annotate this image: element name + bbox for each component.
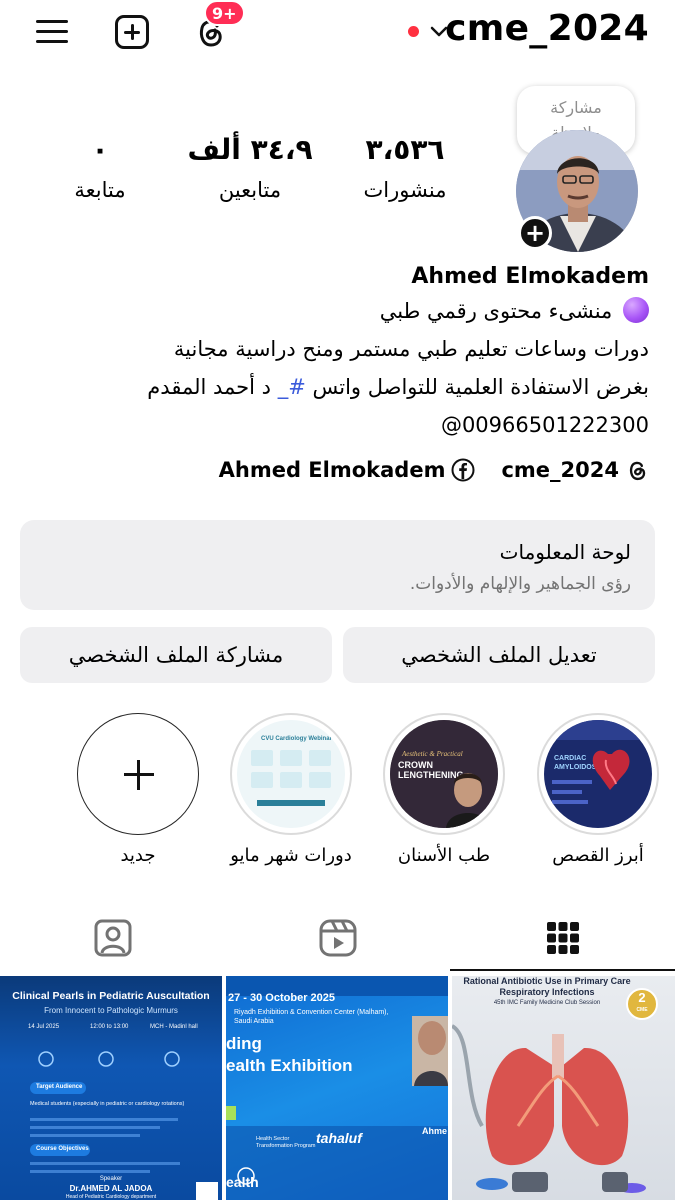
hamburger-menu-icon[interactable] xyxy=(30,10,74,54)
add-highlight-plus-icon[interactable] xyxy=(77,713,199,835)
username-switcher[interactable]: cme_2024 xyxy=(445,8,649,49)
post-tile-antibiotic[interactable]: Rational Antibiotic Use in Primary Care … xyxy=(452,976,675,1200)
profile-category: منشىء محتوى رقمي طبي xyxy=(380,296,649,326)
svg-text:LENGTHENING: LENGTHENING xyxy=(398,770,464,780)
post-venue: Riyadh Exhibition & Convention Center (M… xyxy=(234,1009,389,1025)
tab-reels[interactable] xyxy=(225,905,450,971)
create-post-icon[interactable] xyxy=(110,10,154,54)
post-tile-pediatric[interactable]: Clinical Pearls in Pediatric Auscultatio… xyxy=(0,976,222,1200)
svg-text:CROWN: CROWN xyxy=(398,760,433,770)
svg-text:CVU Cardiology Webinar: CVU Cardiology Webinar xyxy=(261,736,333,742)
highlight-item-featured[interactable]: CARDIAC AMYLOIDOSIS أبرز القصص xyxy=(537,713,659,869)
edit-profile-button[interactable]: تعديل الملف الشخصي xyxy=(343,627,655,683)
bio-line-1: دورات وساعات تعليم طبي مستمر ومنح دراسية… xyxy=(173,337,649,361)
post-cme-badge-number: 2 xyxy=(638,990,646,1005)
facebook-link-text[interactable]: Ahmed Elmokadem xyxy=(219,458,446,482)
post-footer: ealth xyxy=(226,1174,259,1190)
post-speaker: Dr.AHMED AL JADOA xyxy=(69,1184,153,1193)
post-title: Rational Antibiotic Use in Primary Care … xyxy=(463,976,631,997)
post-dates: 27 - 30 October 2025 xyxy=(228,992,336,1004)
top-bar: 9+ cme_2024 xyxy=(0,0,675,64)
highlight-cover-dental: Aesthetic & Practical CROWN LENGTHENING xyxy=(390,720,498,828)
add-story-plus-icon[interactable]: + xyxy=(518,216,552,250)
following-label: متابعة xyxy=(74,178,126,202)
stat-followers[interactable]: ٣٤،٩ ألف متابعين xyxy=(180,132,320,206)
tagged-icon xyxy=(94,919,131,957)
following-count: ٠ xyxy=(91,133,109,166)
profile-name: Ahmed Elmokadem xyxy=(411,264,649,289)
threads-link-text[interactable]: cme_2024 xyxy=(501,458,619,482)
highlight-label: أبرز القصص xyxy=(552,845,644,866)
svg-text:Aesthetic & Practical: Aesthetic & Practical xyxy=(401,750,463,758)
post-brand: tahaluf xyxy=(316,1130,362,1146)
post-cme-badge-label: CME xyxy=(636,1007,648,1013)
dashboard-title: لوحة المعلومات xyxy=(499,540,631,564)
post-subtitle: From Innocent to Pathologic Murmurs xyxy=(44,1006,178,1015)
highlight-label: جديد xyxy=(120,845,156,866)
highlight-label: دورات شهر مايو xyxy=(230,845,352,866)
post-audience: Medical students (especially in pediatri… xyxy=(30,1101,185,1107)
highlight-item-dentistry[interactable]: Aesthetic & Practical CROWN LENGTHENING … xyxy=(383,713,505,869)
category-text: منشىء محتوى رقمي طبي xyxy=(379,299,613,323)
bio-line-3: @00966501222300 xyxy=(440,413,649,437)
posts-count: ٣،٥٣٦ xyxy=(365,133,445,166)
highlight-item-may-courses[interactable]: CVU Cardiology Webinar دورات شهر مايو xyxy=(230,713,352,869)
highlight-cover-webinar: CVU Cardiology Webinar xyxy=(237,720,345,828)
post-program: Health Sector Transformation Program xyxy=(256,1136,316,1149)
followers-count: ٣٤،٩ ألف xyxy=(187,133,313,166)
reels-icon xyxy=(319,919,356,957)
svg-text:CARDIAC: CARDIAC xyxy=(554,755,586,762)
bio-line-2-a: بغرض الاستفادة العلمية للتواصل واتس xyxy=(305,375,649,399)
post-subtitle: 45th IMC Family Medicine Club Session xyxy=(493,1000,601,1006)
post-section-1: Target Audience xyxy=(36,1084,83,1090)
post-headline-1: ding xyxy=(226,1034,262,1053)
posts-label: منشورات xyxy=(363,178,447,202)
active-tab-indicator xyxy=(450,969,675,971)
bio-line-2-b: د أحمد المقدم xyxy=(147,375,278,399)
threads-link-icon[interactable] xyxy=(625,458,649,482)
bio-line-2: بغرض الاستفادة العلمية للتواصل واتس #_ د… xyxy=(147,372,649,402)
post-place: MCH - Madinl hall xyxy=(150,1024,198,1030)
purple-circle-icon xyxy=(623,297,649,323)
highlight-label: طب الأسنان xyxy=(397,845,491,866)
post-speaker: Ahme xyxy=(422,1126,448,1136)
post-title: Clinical Pearls in Pediatric Auscultatio… xyxy=(12,990,210,1002)
professional-dashboard[interactable]: لوحة المعلومات رؤى الجماهير والإلهام وال… xyxy=(20,520,655,610)
facebook-icon[interactable] xyxy=(451,458,475,482)
posts-grid-icon xyxy=(546,922,579,954)
post-date: 14 Jul 2025 xyxy=(28,1024,60,1030)
share-profile-button[interactable]: مشاركة الملف الشخصي xyxy=(20,627,332,683)
post-speaker-role: Head of Pediatric Cardiology department xyxy=(65,1194,157,1200)
post-tile-health-exhibition[interactable]: 27 - 30 October 2025 Riyadh Exhibition &… xyxy=(226,976,448,1200)
highlight-new[interactable]: جديد xyxy=(77,713,199,869)
post-time: 12:00 to 13:00 xyxy=(90,1024,129,1030)
notification-badge: 9+ xyxy=(204,0,245,26)
highlight-cover-cardiac: CARDIAC AMYLOIDOSIS xyxy=(544,720,652,828)
post-section-2: Course Objectives xyxy=(36,1146,89,1152)
profile-links: Ahmed Elmokadem cme_2024 xyxy=(219,458,649,482)
note-text-line1: مشاركة xyxy=(550,98,602,117)
dashboard-subtitle: رؤى الجماهير والإلهام والأدوات. xyxy=(409,574,631,594)
tab-posts-grid[interactable] xyxy=(450,905,675,971)
stat-following[interactable]: ٠ متابعة xyxy=(30,132,170,206)
post-section-3: Speaker xyxy=(99,1176,123,1182)
followers-label: متابعين xyxy=(218,178,282,202)
stat-posts[interactable]: ٣،٥٣٦ منشورات xyxy=(335,132,475,206)
tab-tagged[interactable] xyxy=(0,905,225,971)
new-account-dot xyxy=(408,26,419,37)
post-headline-2: ealth Exhibition xyxy=(226,1056,353,1075)
bio-hashtag-link[interactable]: #_ xyxy=(278,375,306,399)
